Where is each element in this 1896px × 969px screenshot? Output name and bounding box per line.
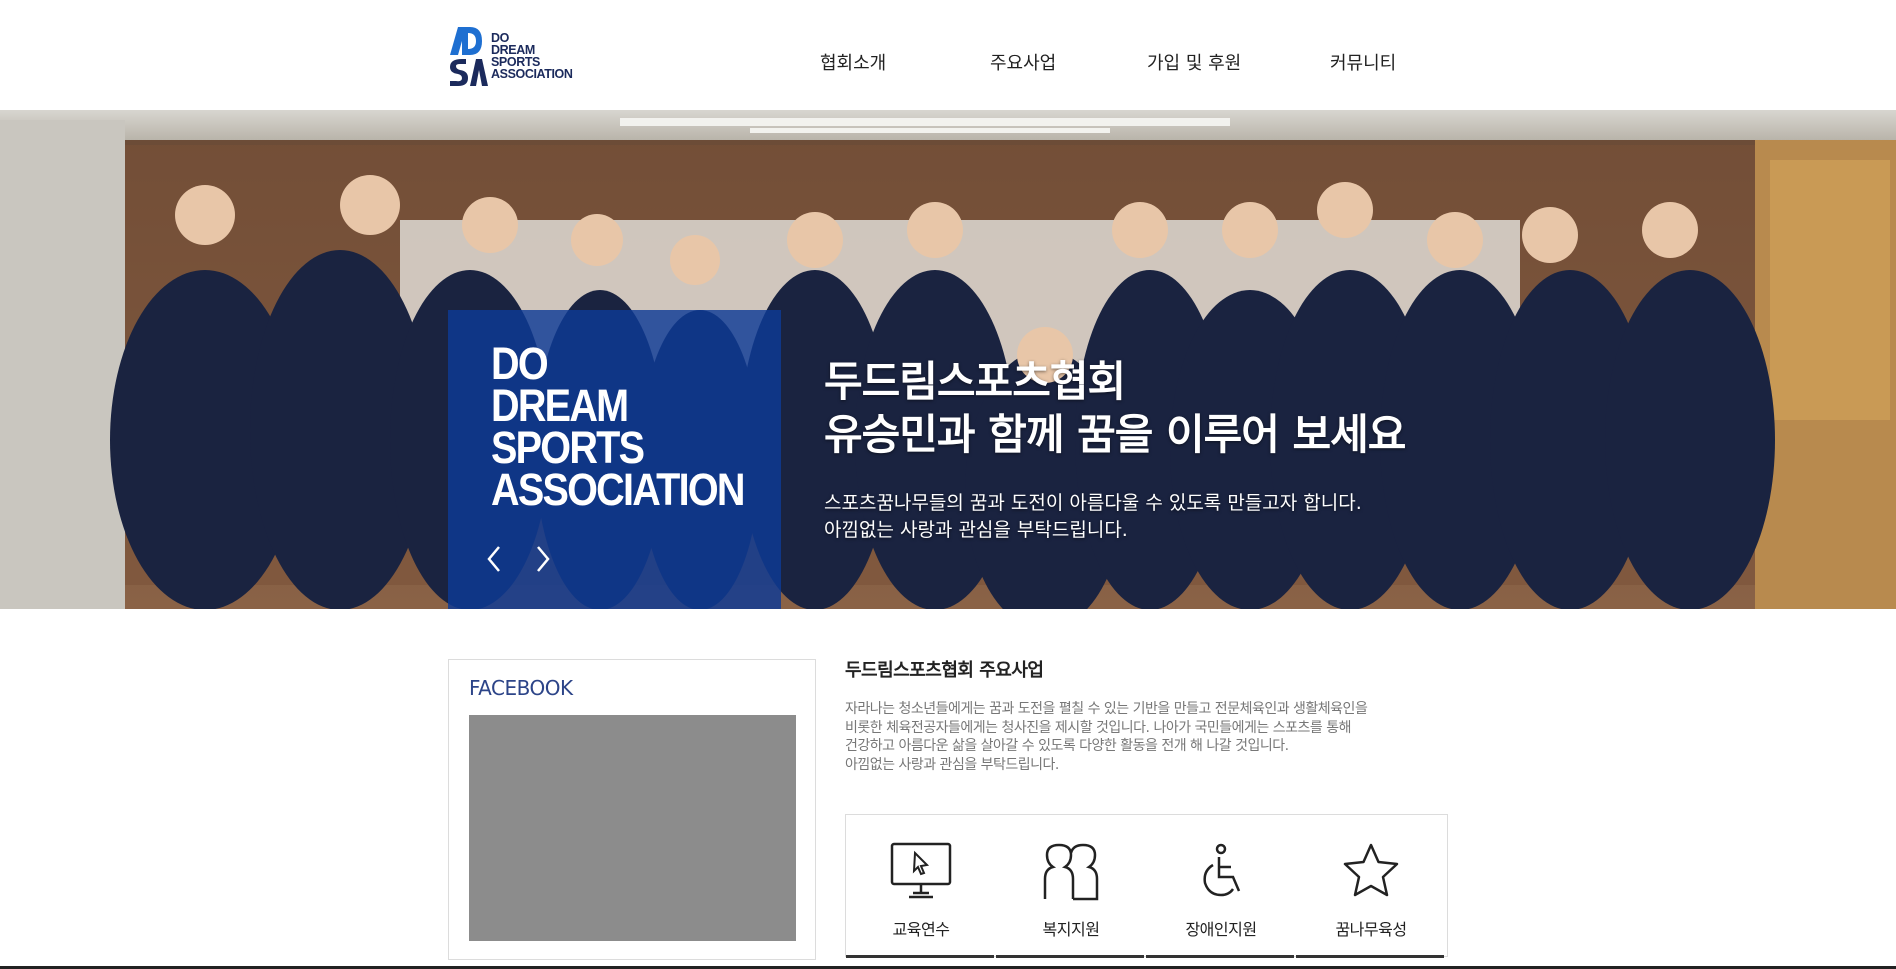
service-label: 장애인지원 [1185,920,1257,939]
hero-headline: 두드림스포츠협회 유승민과 함께 꿈을 이루어 보세요 [824,355,1406,461]
hero-next-button[interactable] [530,543,554,575]
service-underline [1296,955,1444,958]
hero-subtext: 스포츠꿈나무들의 꿈과 도전이 아름다울 수 있도록 만들고자 합니다. 아낌없… [824,490,1362,544]
logo-wordmark: DO DREAM SPORTS ASSOCIATION [491,31,573,81]
service-education[interactable]: 교육연수 [846,815,996,958]
service-label: 꿈나무육성 [1335,920,1407,939]
business-description: 자라나는 청소년들에게는 꿈과 도전을 펼칠 수 있는 기반을 만들고 전문체육… [845,701,1368,773]
service-underline [1146,955,1294,958]
service-label: 복지지원 [1042,920,1100,939]
nav-item-membership[interactable]: 가입 및 후원 [1147,49,1241,75]
service-welfare[interactable]: 복지지원 [996,815,1146,958]
hero-brand-box: DO DREAM SPORTS ASSOCIATION [448,310,781,609]
hero-slider: DO DREAM SPORTS ASSOCIATION 두드림스포츠협회 유승민… [0,110,1896,609]
service-disability[interactable]: 장애인지원 [1146,815,1296,958]
facebook-panel: FACEBOOK [448,659,816,960]
chevron-left-icon [487,546,500,572]
site-logo[interactable]: DO DREAM SPORTS ASSOCIATION [448,23,573,89]
wheelchair-icon [1203,843,1241,897]
nav-item-community[interactable]: 커뮤니티 [1330,49,1396,75]
hero-box-title: DO DREAM SPORTS ASSOCIATION [491,338,745,515]
business-title: 두드림스포츠협회 주요사업 [845,660,1044,681]
facebook-embed[interactable] [469,715,796,941]
people-icon [1043,843,1099,901]
monitor-cursor-icon [890,842,952,899]
dosa-logo-icon [448,25,488,87]
hero-subtext-line2: 아낌없는 사랑과 관심을 부탁드립니다. [824,519,1128,541]
facebook-title: FACEBOOK [469,676,573,700]
hero-headline-line2: 유승민과 함께 꿈을 이루어 보세요 [824,410,1406,459]
hero-prev-button[interactable] [483,543,507,575]
service-underline [846,955,994,958]
chevron-right-icon [537,546,550,572]
hero-subtext-line1: 스포츠꿈나무들의 꿈과 도전이 아름다울 수 있도록 만들고자 합니다. [824,492,1362,514]
site-header: DO DREAM SPORTS ASSOCIATION 협회소개 주요사업 가입… [0,0,1896,111]
service-youth[interactable]: 꿈나무육성 [1296,815,1446,958]
nav-item-about[interactable]: 협회소개 [820,49,886,75]
nav-item-business[interactable]: 주요사업 [990,49,1056,75]
star-icon [1343,843,1399,897]
service-underline [996,955,1144,958]
service-label: 교육연수 [892,920,950,939]
services-box: 교육연수 복지지원 장애인지원 꿈나무육성 [845,814,1448,958]
hero-headline-line1: 두드림스포츠협회 [824,357,1126,406]
